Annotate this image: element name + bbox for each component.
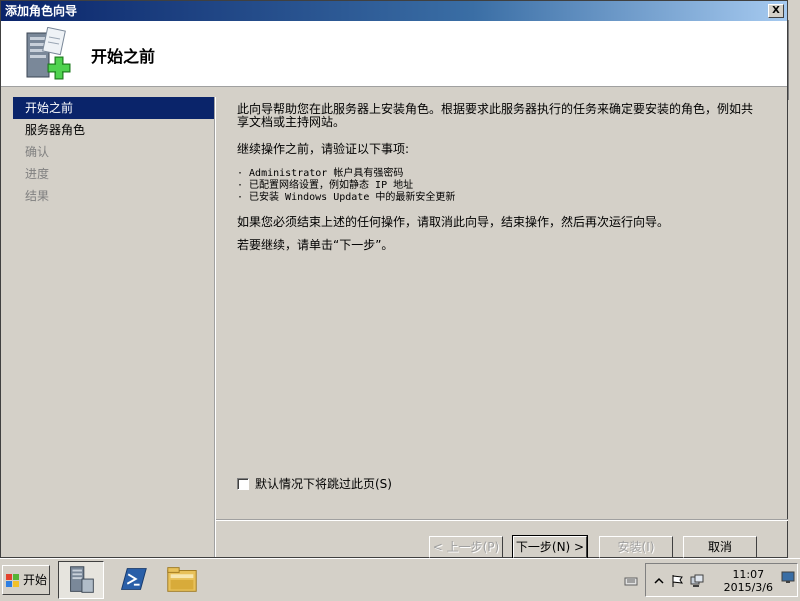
taskbar: 开始 11:07 2015/3/6 [0,558,800,600]
clock-time: 11:07 [732,568,765,581]
skip-page-checkbox[interactable] [237,478,249,490]
window-title: 添加角色向导 [5,4,78,18]
cancel-note: 如果您必须结束上述的任何操作，请取消此向导，结束操作，然后再次运行向导。 [237,215,670,229]
network-icon[interactable] [690,574,704,588]
skip-page-checkbox-row[interactable]: 默认情况下将跳过此页(S) [237,476,392,492]
step-results: 结果 [25,189,50,203]
windows-logo-icon [6,574,19,587]
server-manager-icon [70,566,94,593]
bullet-item: · Administrator 帐户具有强密码 [237,168,404,179]
clock[interactable]: 11:07 2015/3/6 [724,568,773,594]
next-button[interactable]: 下一步(N) > [512,535,588,559]
action-center-flag-icon[interactable] [670,574,684,588]
continue-note: 若要继续，请单击“下一步”。 [237,238,394,252]
cancel-button[interactable]: 取消 [683,536,757,558]
start-button[interactable]: 开始 [2,565,50,595]
step-server-roles[interactable]: 服务器角色 [13,119,215,141]
title-bar[interactable]: 添加角色向导 X [1,1,787,21]
add-roles-wizard-window: 添加角色向导 X 开始之前 开始之前 服务器角色 确认 进度 结果 此向导帮助您… [0,0,788,559]
clock-date: 2015/3/6 [723,581,773,594]
show-desktop-icon[interactable] [781,570,795,584]
powershell-icon [120,568,147,590]
page-title: 开始之前 [91,47,156,66]
show-hidden-icons-chevron[interactable] [652,574,666,588]
nav-divider [214,97,216,557]
button-divider [216,519,788,521]
close-button[interactable]: X [768,4,784,18]
step-before-you-begin[interactable]: 开始之前 [13,97,215,119]
start-label: 开始 [23,573,48,587]
install-button[interactable]: 安装(I) [599,536,673,558]
skip-page-label: 默认情况下将跳过此页(S) [255,477,392,491]
bullet-item: · 已安装 Windows Update 中的最新安全更新 [237,192,456,203]
system-tray: 11:07 2015/3/6 [624,563,798,597]
server-add-icon [26,27,71,80]
taskbar-explorer[interactable] [160,561,206,599]
background-scrollbar [788,20,800,100]
explorer-folder-icon [167,567,197,592]
previous-button[interactable]: < 上一步(P) [429,536,503,558]
intro-text-line2: 享文档或主持网站。 [237,115,346,129]
close-icon: X [772,5,780,16]
wizard-content: 此向导帮助您在此服务器上安装角色。根据要求此服务器执行的任务来确定要安装的角色，… [237,103,777,252]
taskbar-powershell[interactable] [110,561,156,599]
taskbar-server-manager[interactable] [58,561,104,599]
bullet-item: · 已配置网络设置，例如静态 IP 地址 [237,180,414,191]
step-confirmation: 确认 [25,145,50,159]
wizard-step-list: 开始之前 服务器角色 确认 进度 结果 [13,97,215,557]
wizard-header: 开始之前 [1,21,787,87]
verify-heading: 继续操作之前，请验证以下事项: [237,142,410,156]
step-progress: 进度 [25,167,50,181]
keyboard-icon[interactable] [624,574,638,588]
